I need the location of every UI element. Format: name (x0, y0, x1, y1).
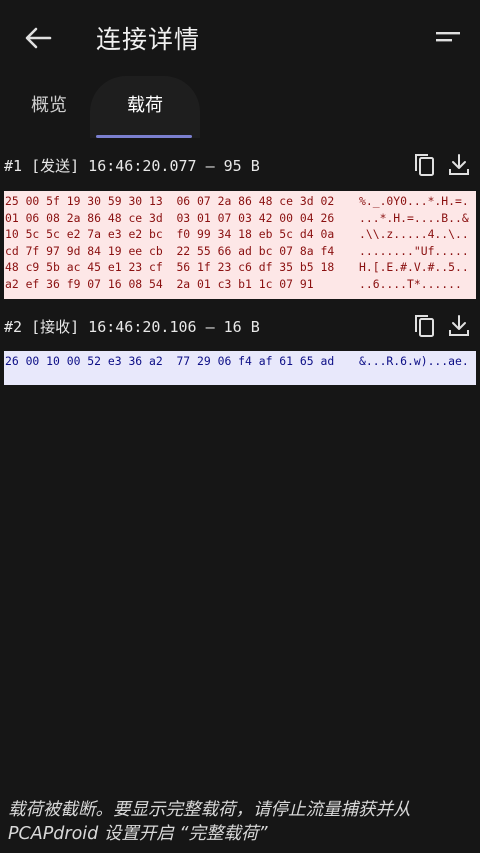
app-bar: 连接详情 (0, 0, 480, 76)
hex-bytes: a2 ef 36 f9 07 16 08 54 2a 01 c3 b1 1c 0… (5, 276, 314, 291)
copy-icon[interactable] (411, 312, 439, 340)
hex-bytes: 26 00 10 00 52 e3 36 a2 77 29 06 f4 af 6… (5, 354, 335, 368)
packet-header: #1 [发送] 16:46:20.077 — 95 B (4, 151, 476, 181)
page-title: 连接详情 (96, 25, 201, 54)
packet-hex-dump: 25 00 5f 19 30 59 30 13 06 07 2a 86 48 c… (4, 191, 476, 299)
hex-row: a2 ef 36 f9 07 16 08 54 2a 01 c3 b1 1c 0… (4, 276, 476, 293)
hex-row: cd 7f 97 9d 84 19 ee cb 22 55 66 ad bc 0… (4, 243, 476, 260)
truncation-notice: 载荷被截断。要显示完整载荷，请停止流量捕获并从 PCAPdroid 设置开启 “… (8, 800, 411, 844)
menu-icon[interactable] (434, 30, 462, 46)
copy-icon[interactable] (411, 151, 439, 179)
tab-bar: 概览 载荷 (0, 76, 480, 138)
ascii-text: &...R.6.w)...ae. (359, 354, 469, 368)
download-icon[interactable] (445, 151, 473, 179)
ascii-text: ...*.H.=....B..& (359, 210, 469, 225)
hex-bytes: cd 7f 97 9d 84 19 ee cb 22 55 66 ad bc 0… (5, 243, 335, 258)
back-arrow-icon[interactable] (22, 24, 54, 52)
tab-overview[interactable]: 概览 (14, 76, 84, 138)
tab-payload[interactable]: 载荷 (90, 76, 200, 138)
download-icon[interactable] (445, 312, 473, 340)
ascii-text: %._.0Y0...*.H.=. (359, 194, 469, 208)
hex-row: 10 5c 5c e2 7a e3 e2 bc f0 99 34 18 eb 5… (4, 226, 476, 243)
ascii-text: ..6....T*...... (359, 276, 462, 291)
hex-bytes: 48 c9 5b ac 45 e1 23 cf 56 1f 23 c6 df 3… (5, 260, 335, 274)
hex-row: 48 c9 5b ac 45 e1 23 cf 56 1f 23 c6 df 3… (4, 259, 476, 276)
packet-title: #2 [接收] 16:46:20.106 — 16 B (4, 318, 260, 336)
packet-hex-dump: 26 00 10 00 52 e3 36 a2 77 29 06 f4 af 6… (4, 351, 476, 385)
tab-indicator (96, 135, 192, 138)
hex-row: 25 00 5f 19 30 59 30 13 06 07 2a 86 48 c… (4, 193, 476, 210)
ascii-text: H.[.E.#.V.#..5.. (359, 260, 469, 274)
ascii-text: ........"Uf..... (359, 243, 469, 258)
hex-bytes: 01 06 08 2a 86 48 ce 3d 03 01 07 03 42 0… (5, 210, 335, 225)
packet-title: #1 [发送] 16:46:20.077 — 95 B (4, 157, 260, 175)
hex-bytes: 10 5c 5c e2 7a e3 e2 bc f0 99 34 18 eb 5… (5, 227, 335, 241)
hex-row: 26 00 10 00 52 e3 36 a2 77 29 06 f4 af 6… (4, 353, 476, 370)
hex-row: 01 06 08 2a 86 48 ce 3d 03 01 07 03 42 0… (4, 210, 476, 227)
ascii-text: .\\.z.....4..\.. (359, 227, 469, 241)
packet-header: #2 [接收] 16:46:20.106 — 16 B (4, 312, 476, 342)
hex-bytes: 25 00 5f 19 30 59 30 13 06 07 2a 86 48 c… (5, 194, 335, 208)
